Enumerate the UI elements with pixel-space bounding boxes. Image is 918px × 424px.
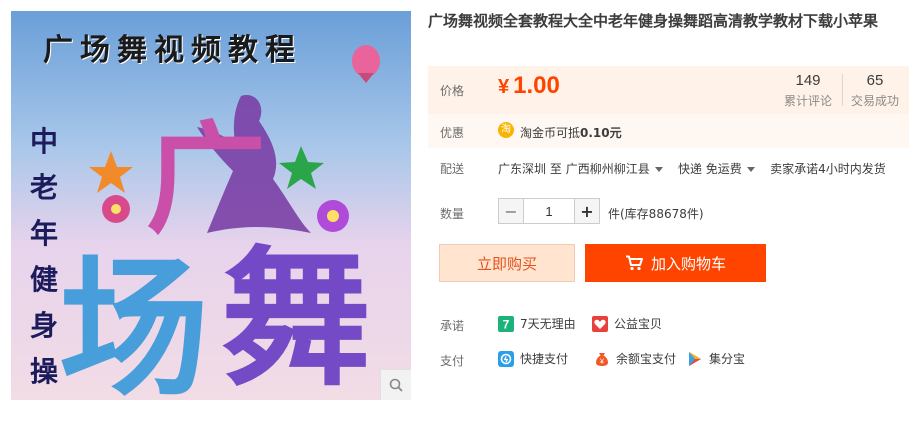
payment-jifenbao-label: 集分宝 [709,352,746,366]
pledge-label: 承诺 [440,319,465,333]
dancer-artwork: 广 场 舞 [59,45,380,400]
pledge-7day-label: 7天无理由 [520,317,576,331]
charity-heart-icon [592,315,608,332]
sales-label: 交易成功 [850,94,899,108]
zoom-button[interactable] [380,369,411,400]
promo-label: 优惠 [440,126,465,140]
seven-day-return-icon: 7 [498,315,514,332]
add-to-cart-label: 加入购物车 [650,254,726,273]
shopping-cart-icon [625,255,643,271]
delivery-from: 广东深圳 [498,162,547,176]
promo-amount: 0.10元 [580,126,622,140]
price-label: 价格 [440,84,465,98]
buy-now-label: 立即购买 [476,254,537,273]
reviews-stat[interactable]: 149 累计评论 [772,70,844,110]
promo-panel: 优惠 淘 淘金币可抵0.10元 [428,114,909,148]
big-char-guang: 广 [146,109,266,250]
pledge-charity[interactable]: 公益宝贝 [592,315,662,332]
promo-text: 淘金币可抵0.10元 [520,124,622,141]
chevron-down-icon [746,167,755,172]
pledge-charity-label: 公益宝贝 [614,317,663,331]
promo-text-prefix: 淘金币可抵 [520,126,581,140]
payment-yuebao[interactable]: ¥ 余额宝支付 [594,350,676,367]
price-value: ¥1.00 [498,72,560,100]
delivery-to-word: 至 [549,162,562,176]
delivery-destination[interactable]: 广西柳州柳江县 [566,162,663,176]
delivery-info: 广东深圳 至 广西柳州柳江县 快递 免运费 卖家承诺4小时内发货 [498,160,886,177]
chevron-down-icon [654,167,663,172]
price-panel: 价格 ¥1.00 149 累计评论 65 交易成功 [428,66,909,114]
sales-stat: 65 交易成功 [839,70,911,110]
payment-jifenbao[interactable]: 集分宝 [687,350,745,367]
delivery-label: 配送 [440,162,465,176]
quantity-label: 数量 [440,207,465,221]
currency-symbol: ¥ [498,76,510,98]
delivery-promise: 卖家承诺4小时内发货 [770,162,886,176]
price-amount: 1.00 [513,72,560,99]
big-char-wu: 舞 [221,231,371,400]
money-bag-icon: ¥ [594,351,610,367]
buy-now-button[interactable]: 立即购买 [439,244,575,282]
magnifier-icon [389,378,403,392]
payment-label: 支付 [440,354,465,368]
sales-count: 65 [866,72,884,89]
payment-yuebao-label: 余额宝支付 [616,352,677,366]
reviews-label: 累计评论 [783,94,832,108]
delivery-to: 广西柳州柳江县 [565,162,650,176]
svg-text:¥: ¥ [600,358,604,365]
quick-pay-icon [498,350,514,367]
jifenbao-icon [687,351,703,367]
big-char-chang: 场 [59,241,209,400]
payment-quick-label: 快捷支付 [520,352,569,366]
pledge-7day[interactable]: 7 7天无理由 [498,315,576,332]
product-title: 广场舞视频全套教程大全中老年健身操舞蹈高清教学教材下载小苹果 [428,12,879,30]
taobao-coin-icon: 淘 [498,122,514,138]
product-main-image[interactable]: 广场舞视频教程 中 老 年 健 身 操 广 场 舞 [11,11,411,400]
reviews-count: 149 [795,72,821,89]
add-to-cart-button[interactable]: 加入购物车 [585,244,766,282]
stock-text: 件(库存88678件) [608,207,704,221]
svg-text:7: 7 [503,317,510,331]
shipping-text: 快递 免运费 [677,162,742,176]
shipping-method[interactable]: 快递 免运费 [678,162,755,176]
quantity-increase-button[interactable]: + [574,198,600,224]
payment-quick[interactable]: 快捷支付 [498,350,568,367]
quantity-stepper: − + [498,198,600,224]
quantity-decrease-button[interactable]: − [498,198,524,224]
quantity-input[interactable] [524,198,574,224]
